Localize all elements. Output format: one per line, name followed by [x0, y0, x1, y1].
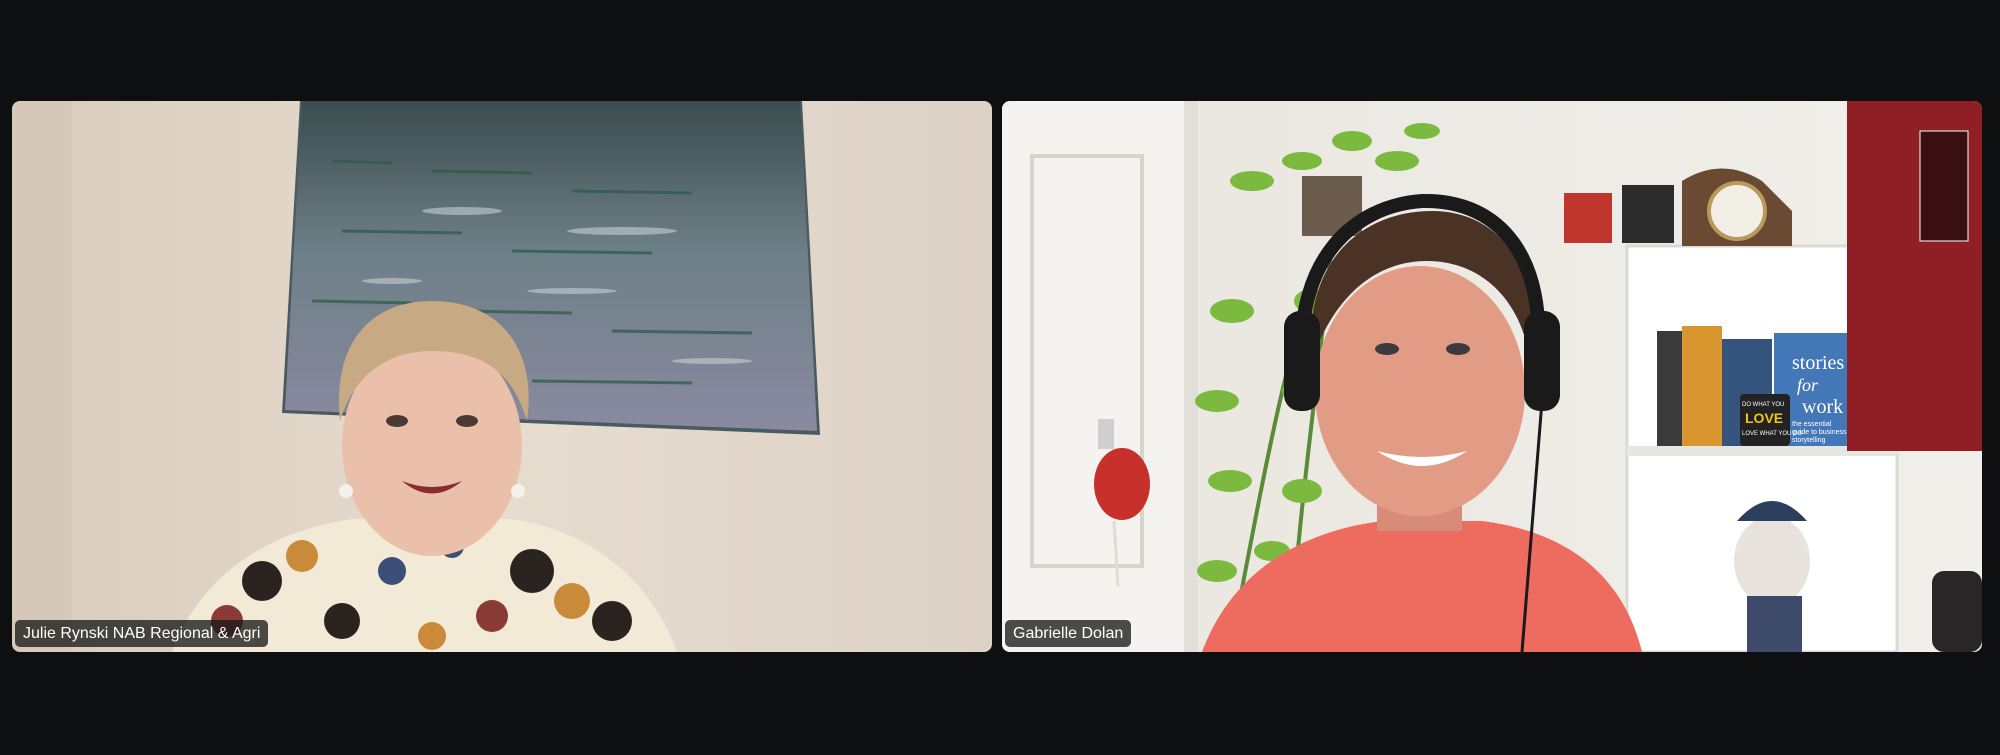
video-gallery: Julie Rynski NAB Regional & Agri stories… — [0, 0, 2000, 755]
wall-poster-icon — [1919, 130, 1969, 242]
participant-video-feed — [12, 101, 992, 652]
photo-frame-icon — [1564, 193, 1612, 243]
participant-video-tile-gabrielle[interactable]: stories for work the essential guide to … — [1002, 101, 1982, 652]
headphones-icon — [1524, 311, 1560, 411]
mug-text: LOVE — [1745, 410, 1783, 426]
book-title-text: for — [1797, 375, 1819, 395]
photo-frame-icon — [1622, 185, 1674, 243]
participant-name-label: Gabrielle Dolan — [1005, 620, 1132, 647]
participant-video-tile-julie[interactable]: Julie Rynski NAB Regional & Agri — [12, 101, 992, 652]
headphones-icon — [1284, 311, 1320, 411]
participant-name-label: Julie Rynski NAB Regional & Agri — [15, 620, 269, 647]
book-title-text: work — [1802, 396, 1843, 418]
participant-video-feed: stories for work the essential guide to … — [1002, 101, 1982, 652]
mug-text: DO WHAT YOU — [1742, 402, 1784, 408]
book-subtitle-text: storytelling — [1792, 437, 1826, 444]
door-icon — [1002, 101, 1198, 652]
book-title-text: stories — [1792, 352, 1844, 374]
book-subtitle-text: the essential — [1792, 421, 1832, 428]
mug-text: LOVE WHAT YOU DO — [1742, 431, 1802, 437]
